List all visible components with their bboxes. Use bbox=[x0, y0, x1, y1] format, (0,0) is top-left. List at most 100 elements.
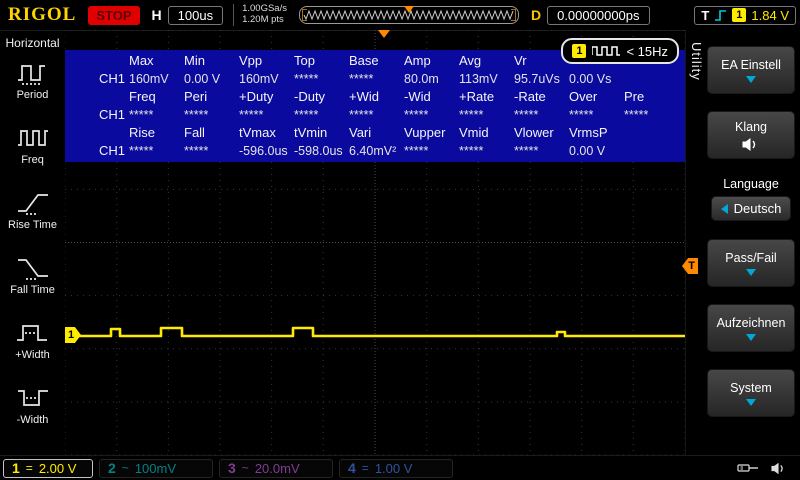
measure-header: +Wid bbox=[349, 89, 379, 104]
menu-item-language[interactable]: Language Deutsch bbox=[707, 176, 795, 222]
measure-value: -596.0us bbox=[239, 144, 288, 158]
measure-header: -Wid bbox=[404, 89, 431, 104]
menu-tab-utility: Utility bbox=[689, 42, 704, 81]
acquisition-info: 1.00GSa/s 1.20M pts bbox=[233, 3, 287, 26]
chevron-down-icon bbox=[746, 333, 756, 341]
language-value: Deutsch bbox=[733, 201, 782, 216]
measure-value: ***** bbox=[514, 108, 539, 122]
menu-item-label: System bbox=[730, 380, 772, 395]
sidebar-item-label: -Width bbox=[16, 414, 49, 426]
channel3-indicator[interactable]: 3 ~ 20.0mV bbox=[219, 458, 333, 478]
measure-header: Fall bbox=[184, 125, 205, 140]
channel4-indicator[interactable]: 4 = 1.00 V bbox=[339, 458, 453, 478]
measure-value: 6.40mV² bbox=[349, 144, 397, 158]
sidebar-item-label: Fall Time bbox=[10, 284, 55, 296]
measure-value: 0.00 V bbox=[184, 72, 221, 86]
channel-number: 3 bbox=[228, 460, 236, 476]
usb-icon bbox=[737, 464, 758, 472]
bottom-bar: 1 = 2.00 V 2 ~ 100mV 3 ~ 20.0mV 4 = 1.00… bbox=[0, 455, 800, 480]
run-state-badge[interactable]: STOP bbox=[88, 5, 140, 25]
trigger-info: T 1 1.84 V bbox=[694, 5, 796, 25]
channel-number: 1 bbox=[12, 460, 20, 476]
measure-value: ***** bbox=[459, 108, 484, 122]
menu-item-io-setting[interactable]: EA Einstell bbox=[707, 46, 795, 94]
measure-header: Vari bbox=[349, 125, 372, 140]
sidebar-item-period[interactable]: Period bbox=[17, 60, 49, 117]
measure-header: tVmax bbox=[239, 125, 276, 140]
measure-value: 80.0m bbox=[404, 72, 439, 86]
coupling-symbol: = bbox=[361, 461, 369, 475]
measurement-table: Max Min Vpp Top Base Amp Avg Vr CH1 160mV 0.00 V… bbox=[65, 38, 685, 162]
measure-value: 160mV bbox=[239, 72, 279, 86]
sidebar-item-minus-width[interactable]: -Width bbox=[17, 385, 49, 442]
measure-header: Amp bbox=[404, 53, 431, 68]
menu-item-label: Pass/Fail bbox=[725, 250, 777, 265]
rising-edge-icon bbox=[715, 9, 727, 21]
measure-value: ***** bbox=[404, 144, 429, 158]
timebase-value: 100us bbox=[167, 5, 224, 25]
measure-value: ***** bbox=[294, 72, 319, 86]
measure-header: tVmin bbox=[294, 125, 328, 140]
sidebar-item-fall-time[interactable]: Fall Time bbox=[10, 255, 55, 312]
measure-value: 160mV bbox=[129, 72, 169, 86]
menu-item-label: Aufzeichnen bbox=[716, 315, 786, 330]
chevron-left-icon bbox=[720, 203, 728, 214]
measure-header: Vupper bbox=[404, 125, 446, 140]
channel-chip: 1 bbox=[572, 44, 587, 58]
menu-buttons: EA Einstell Klang Language Deutsch Pass/… bbox=[707, 46, 795, 417]
channel-scale: 2.00 V bbox=[38, 460, 77, 476]
menu-item-record[interactable]: Aufzeichnen bbox=[707, 304, 795, 352]
measure-header: -Rate bbox=[514, 89, 546, 104]
trigger-level: 1.84 V bbox=[751, 7, 789, 23]
sidebar-item-rise-time[interactable]: Rise Time bbox=[8, 190, 57, 247]
sidebar-item-label: +Width bbox=[15, 349, 50, 361]
channel2-indicator[interactable]: 2 ~ 100mV bbox=[99, 458, 213, 478]
coupling-symbol: ~ bbox=[121, 461, 129, 475]
freq-icon bbox=[17, 130, 48, 146]
measure-value: 0.00 V bbox=[569, 144, 606, 158]
measure-value: ***** bbox=[349, 108, 374, 122]
horizontal-timebase[interactable]: H 100us bbox=[151, 5, 224, 25]
channel1-indicator[interactable]: 1 = 2.00 V bbox=[3, 458, 93, 478]
menu-item-sound[interactable]: Klang bbox=[707, 111, 795, 159]
measure-value: ***** bbox=[129, 108, 154, 122]
measure-header: -Duty bbox=[294, 89, 326, 104]
chevron-down-icon bbox=[746, 398, 756, 406]
language-value-box[interactable]: Deutsch bbox=[710, 196, 792, 221]
rise-time-icon bbox=[17, 194, 48, 215]
trigger-frequency-badge: 1 < 15Hz bbox=[561, 38, 679, 64]
menu-item-system[interactable]: System bbox=[707, 369, 795, 417]
measure-header-row: Rise Fall tVmax tVmin Vari Vupper Vmid Vlower Vr… bbox=[65, 124, 685, 142]
measure-value: 0.00 Vs bbox=[569, 72, 612, 86]
trigger-position-icon bbox=[403, 6, 414, 13]
oscilloscope-screen: RIGOL STOP H 100us 1.00GSa/s 1.20M pts D… bbox=[0, 0, 800, 480]
trigger-frequency: < 15Hz bbox=[626, 43, 668, 59]
measure-value: 95.7uVs bbox=[514, 72, 560, 86]
plus-width-icon bbox=[17, 325, 48, 341]
left-sidebar: Horizontal Period Freq Rise Time Fall Ti… bbox=[0, 30, 65, 455]
channel-label: CH1 bbox=[99, 143, 126, 158]
horizontal-label: H bbox=[151, 7, 162, 23]
trigger-label: T bbox=[701, 7, 710, 23]
sidebar-item-plus-width[interactable]: +Width bbox=[15, 320, 50, 377]
measure-header: VrmsP bbox=[569, 125, 608, 140]
sidebar-item-freq[interactable]: Freq bbox=[17, 125, 49, 182]
measure-value: ***** bbox=[569, 108, 594, 122]
measure-header: Min bbox=[184, 53, 205, 68]
speaker-icon bbox=[742, 137, 756, 151]
measure-value: ***** bbox=[514, 144, 539, 158]
period-icon bbox=[17, 65, 45, 85]
measure-header: +Duty bbox=[239, 89, 274, 104]
measure-value: ***** bbox=[184, 144, 209, 158]
channel-number: 2 bbox=[108, 460, 116, 476]
memory-depth: 1.20M pts bbox=[242, 14, 284, 25]
pulse-train-icon bbox=[592, 46, 621, 56]
measure-value: ***** bbox=[294, 108, 319, 122]
menu-item-label: Language bbox=[723, 177, 779, 191]
trigger-position-marker[interactable] bbox=[378, 30, 390, 38]
menu-item-passfail[interactable]: Pass/Fail bbox=[707, 239, 795, 287]
measure-header-row: Freq Peri +Duty -Duty +Wid -Wid +Rate -Rate Over… bbox=[65, 88, 685, 106]
measure-header: Top bbox=[294, 53, 315, 68]
sidebar-item-label: Freq bbox=[21, 154, 44, 166]
measure-value: ***** bbox=[404, 108, 429, 122]
